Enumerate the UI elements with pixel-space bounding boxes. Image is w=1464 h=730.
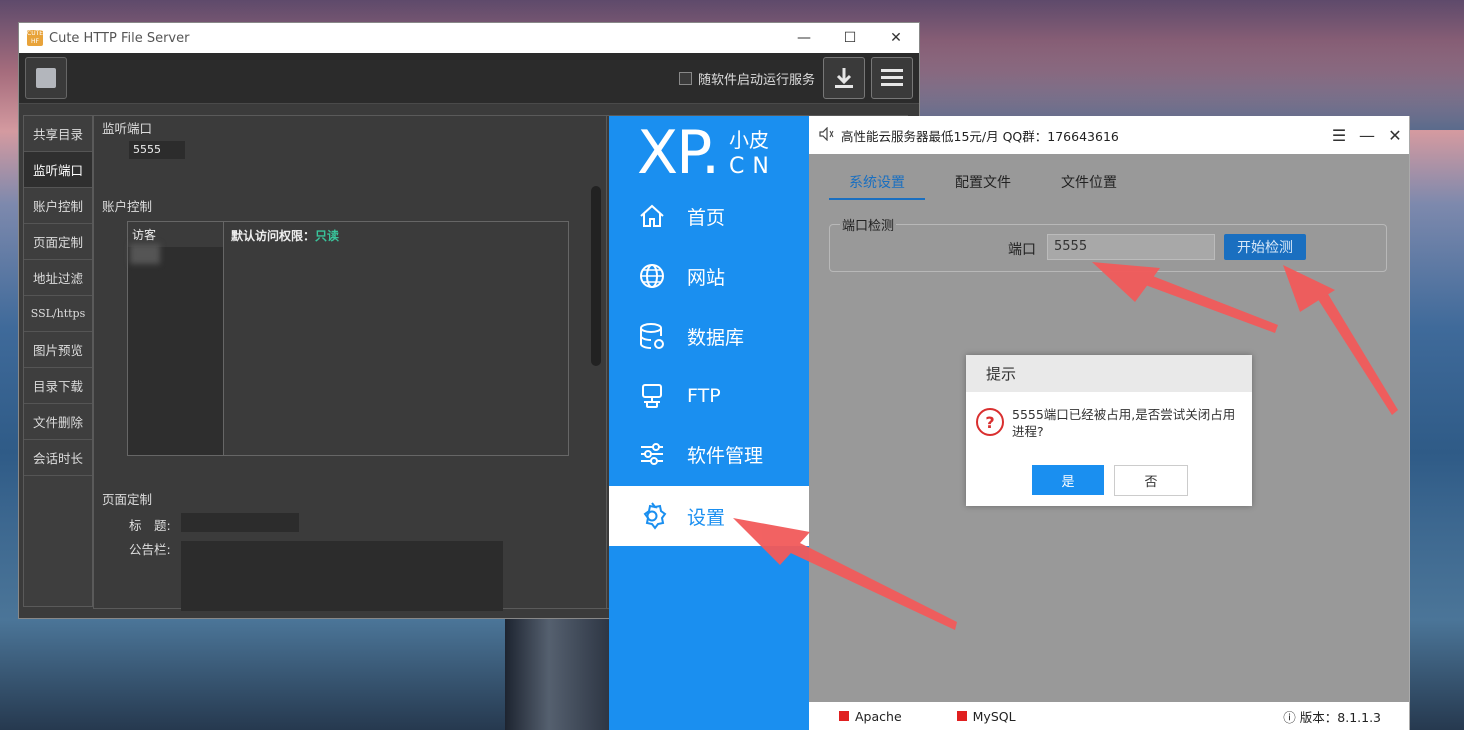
ftp-icon — [637, 381, 667, 411]
xp-logo: XP. — [637, 118, 720, 188]
download-button[interactable] — [823, 57, 865, 99]
page-custom-heading: 页面定制 — [102, 492, 153, 507]
nav-home[interactable]: 首页 — [609, 186, 809, 246]
account-list[interactable]: 访客 — [128, 222, 224, 455]
ad-banner[interactable]: 高性能云服务器最低15元/月 QQ群：176643616 — [841, 126, 1119, 145]
title-input[interactable] — [181, 513, 299, 532]
toolbar: 随软件启动运行服务 — [19, 53, 919, 104]
apache-status: Apache — [855, 708, 902, 724]
nav-ftp[interactable]: FTP — [609, 366, 809, 426]
notice-textarea[interactable] — [181, 541, 503, 611]
dialog-title[interactable]: 提示 — [966, 355, 1252, 392]
sidebar-item-listen-port[interactable]: 监听端口 — [24, 152, 92, 188]
prompt-dialog: 提示 ? 5555端口已经被占用,是否尝试关闭占用进程? 是 否 — [966, 355, 1252, 506]
notice-label: 公告栏: — [129, 542, 171, 557]
speaker-icon — [819, 126, 835, 144]
nav-website-label: 网站 — [687, 266, 726, 289]
autostart-checkbox[interactable] — [678, 71, 692, 85]
settings-panel: 监听端口 5555 账户控制 访客 默认访问权限：只读 页面定制 标 题: 公告… — [93, 115, 610, 611]
settings-tabs: 系统设置 配置文件 文件位置 — [829, 164, 1147, 200]
dialog-message: 5555端口已经被占用,是否尝试关闭占用进程? — [1012, 407, 1236, 439]
maximize-button[interactable]: ☐ — [827, 30, 873, 46]
no-button[interactable]: 否 — [1114, 465, 1188, 496]
mysql-status: MySQL — [972, 708, 1016, 724]
xp-titlebar[interactable]: 高性能云服务器最低15元/月 QQ群：176643616 ☰ — ✕ — [809, 116, 1409, 154]
xp-sidebar: XP. 小皮 CN 首页 网站 数据库 FTP 软件管理 设置 — [609, 116, 809, 730]
tab-file-location[interactable]: 文件位置 — [1041, 164, 1137, 200]
xp-logo-cn-latin: CN — [729, 154, 777, 179]
listen-port-input[interactable]: 5555 — [129, 141, 185, 159]
sidebar-item-session[interactable]: 会话时长 — [24, 440, 92, 476]
cute-app-icon: CUTE HF — [27, 30, 44, 46]
stop-icon — [36, 68, 56, 88]
sliders-icon — [637, 439, 667, 469]
autostart-option[interactable]: 随软件启动运行服务 — [678, 69, 815, 88]
account-box: 访客 默认访问权限：只读 — [127, 221, 569, 456]
nav-home-label: 首页 — [687, 206, 726, 229]
nav-settings-label: 设置 — [687, 506, 726, 529]
nav-database[interactable]: 数据库 — [609, 306, 809, 366]
mysql-status-dot — [956, 711, 967, 721]
menu-button[interactable] — [871, 57, 913, 99]
default-permission-label: 默认访问权限： — [231, 229, 316, 243]
sidebar-item-dir-download[interactable]: 目录下载 — [24, 368, 92, 404]
question-icon: ? — [976, 408, 1004, 436]
port-input[interactable]: 5555 — [1047, 234, 1215, 260]
version-info: ⓘ 版本：8.1.1.3 — [1283, 709, 1381, 725]
gear-icon — [637, 501, 667, 531]
status-bar: Apache MySQL ⓘ 版本：8.1.1.3 — [809, 702, 1409, 730]
listen-port-heading: 监听端口 — [102, 121, 153, 136]
nav-software-label: 软件管理 — [687, 444, 764, 467]
apache-status-dot — [839, 711, 849, 721]
sidebar-item-page[interactable]: 页面定制 — [24, 224, 92, 260]
account-list-item[interactable] — [130, 244, 160, 264]
port-check-group: 端口检测 端口 5555 开始检测 — [829, 215, 1387, 272]
tab-config-files[interactable]: 配置文件 — [935, 164, 1031, 200]
default-permission-value[interactable]: 只读 — [315, 229, 339, 243]
account-heading: 账户控制 — [102, 199, 153, 214]
scrollbar[interactable] — [591, 186, 601, 366]
nav-ftp-label: FTP — [687, 385, 721, 407]
sidebar-item-shared-dir[interactable]: 共享目录 — [24, 116, 92, 152]
sidebar-item-image-preview[interactable]: 图片预览 — [24, 332, 92, 368]
window-title: Cute HTTP File Server — [49, 30, 190, 46]
stop-server-button[interactable] — [25, 57, 67, 99]
xp-minimize-button[interactable]: — — [1353, 126, 1381, 145]
yes-button[interactable]: 是 — [1032, 465, 1104, 495]
nav-software[interactable]: 软件管理 — [609, 424, 809, 484]
globe-icon — [637, 261, 667, 291]
window-titlebar[interactable]: CUTE HF Cute HTTP File Server — ☐ ✕ — [19, 23, 919, 53]
port-label: 端口 — [1008, 242, 1036, 258]
title-label: 标 题: — [129, 518, 171, 533]
tab-system-settings[interactable]: 系统设置 — [829, 164, 925, 200]
autostart-label: 随软件启动运行服务 — [697, 72, 815, 88]
sidebar-item-address-filter[interactable]: 地址过滤 — [24, 260, 92, 296]
start-detect-button[interactable]: 开始检测 — [1224, 234, 1306, 260]
close-button[interactable]: ✕ — [873, 30, 919, 46]
default-permission: 默认访问权限：只读 — [231, 227, 339, 244]
nav-website[interactable]: 网站 — [609, 246, 809, 306]
version-label: 版本：8.1.1.3 — [1299, 709, 1381, 725]
hamburger-icon — [881, 69, 903, 86]
nav-database-label: 数据库 — [687, 326, 745, 349]
wallpaper-rock — [505, 610, 615, 730]
sidebar-item-ssl[interactable]: SSL/https — [24, 296, 92, 332]
database-icon — [637, 321, 667, 351]
sidebar-item-account[interactable]: 账户控制 — [24, 188, 92, 224]
settings-sidebar: 共享目录 监听端口 账户控制 页面定制 地址过滤 SSL/https 图片预览 … — [23, 115, 93, 607]
xp-menu-button[interactable]: ☰ — [1325, 126, 1353, 145]
port-check-title: 端口检测 — [840, 215, 897, 234]
sidebar-item-file-delete[interactable]: 文件删除 — [24, 404, 92, 440]
download-icon — [835, 68, 853, 88]
minimize-button[interactable]: — — [781, 30, 827, 46]
xp-logo-cn: 小皮 — [729, 128, 769, 152]
home-icon — [637, 201, 667, 231]
nav-settings[interactable]: 设置 — [609, 486, 809, 546]
xp-close-button[interactable]: ✕ — [1381, 126, 1409, 145]
